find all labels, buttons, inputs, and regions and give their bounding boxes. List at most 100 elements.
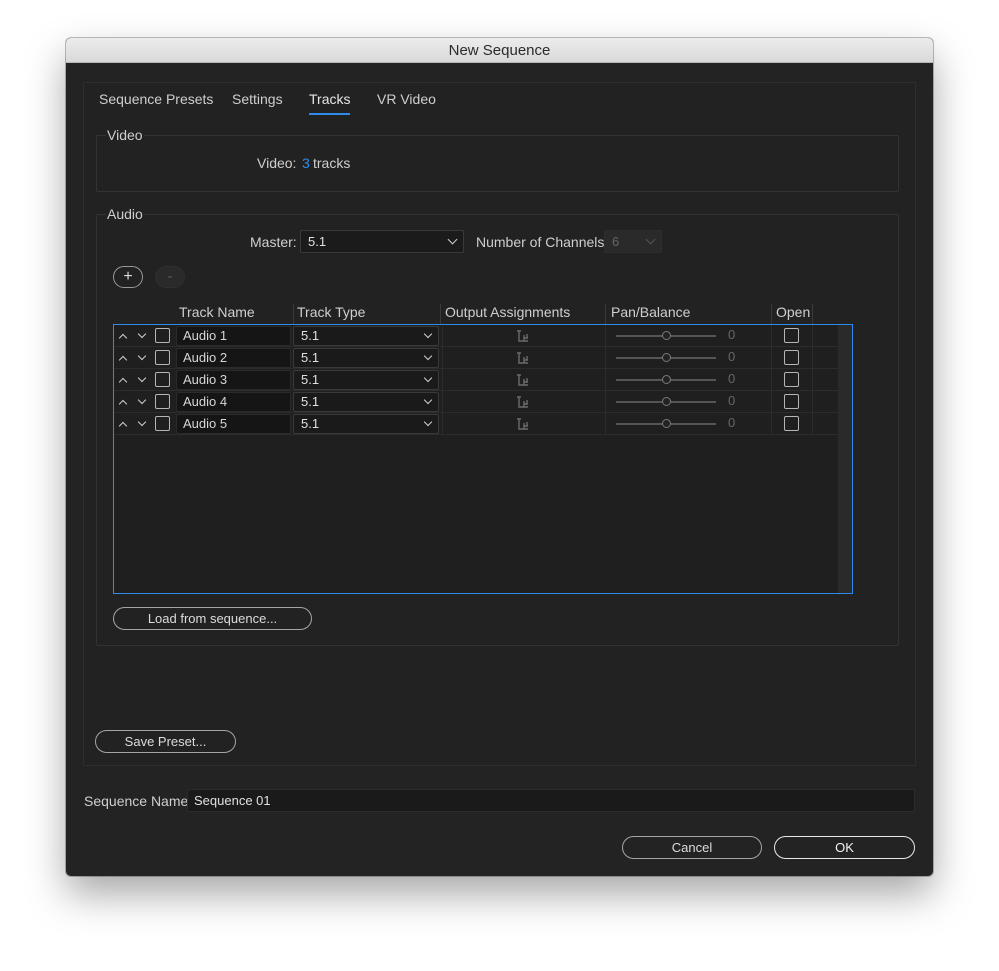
col-track-name: Track Name (179, 304, 255, 320)
output-assignment-icon[interactable] (515, 350, 531, 366)
cell-divider (771, 413, 772, 434)
track-type-value: 5.1 (301, 350, 320, 365)
col-track-type: Track Type (297, 304, 366, 320)
pan-value: 0 (728, 371, 736, 386)
cell-divider (605, 347, 606, 368)
table-scrollbar[interactable] (838, 325, 852, 593)
chevron-down-icon[interactable] (137, 417, 147, 427)
cell-divider (771, 325, 772, 346)
open-checkbox[interactable] (784, 416, 799, 431)
track-type-dropdown[interactable]: 5.1 (293, 414, 439, 434)
column-divider (293, 304, 294, 324)
chevron-down-icon[interactable] (137, 351, 147, 361)
pan-slider-knob[interactable] (661, 419, 671, 428)
video-track-count[interactable]: 3 (302, 155, 310, 171)
tab-settings[interactable]: Settings (232, 91, 283, 111)
pan-slider-knob[interactable] (661, 331, 671, 340)
track-type-value: 5.1 (301, 416, 320, 431)
chevron-up-icon[interactable] (118, 377, 128, 387)
track-select-checkbox[interactable] (155, 416, 170, 431)
window-title: New Sequence (66, 38, 933, 63)
open-checkbox[interactable] (784, 372, 799, 387)
channels-value: 6 (612, 234, 620, 249)
video-group-label: Video (106, 127, 144, 143)
track-select-checkbox[interactable] (155, 350, 170, 365)
table-row: Audio 4 5.1 0 (114, 391, 838, 413)
track-select-checkbox[interactable] (155, 394, 170, 409)
table-row: Audio 2 5.1 0 (114, 347, 838, 369)
master-dropdown[interactable]: 5.1 (300, 230, 464, 253)
cell-divider (442, 391, 443, 412)
save-preset-button[interactable]: Save Preset... (95, 730, 236, 753)
pan-slider-knob[interactable] (661, 353, 671, 362)
master-label: Master: (250, 234, 297, 250)
cell-divider (442, 413, 443, 434)
chevron-down-icon (423, 395, 433, 405)
pan-slider-knob[interactable] (661, 375, 671, 384)
table-row: Audio 3 5.1 0 (114, 369, 838, 391)
video-track-unit: tracks (313, 155, 351, 171)
video-group (96, 135, 899, 192)
master-value: 5.1 (308, 234, 327, 249)
chevron-down-icon[interactable] (137, 395, 147, 405)
chevron-down-icon[interactable] (137, 373, 147, 383)
track-name-input[interactable]: Audio 3 (176, 370, 291, 390)
chevron-down-icon[interactable] (137, 329, 147, 339)
cell-divider (812, 347, 813, 368)
output-assignment-icon[interactable] (515, 394, 531, 410)
track-name-input[interactable]: Audio 4 (176, 392, 291, 412)
cell-divider (605, 391, 606, 412)
col-output-assignments: Output Assignments (445, 304, 571, 320)
chevron-down-icon (423, 351, 433, 361)
channels-dropdown: 6 (604, 230, 662, 253)
track-name-input[interactable]: Audio 5 (176, 414, 291, 434)
ok-button[interactable]: OK (774, 836, 915, 859)
chevron-down-icon (423, 329, 433, 339)
cell-divider (812, 413, 813, 434)
column-divider (440, 304, 441, 324)
pan-value: 0 (728, 327, 736, 342)
cell-divider (442, 369, 443, 390)
chevron-up-icon[interactable] (118, 399, 128, 409)
track-name-input[interactable]: Audio 1 (176, 326, 291, 346)
open-checkbox[interactable] (784, 328, 799, 343)
track-type-dropdown[interactable]: 5.1 (293, 392, 439, 412)
open-checkbox[interactable] (784, 394, 799, 409)
track-select-checkbox[interactable] (155, 372, 170, 387)
chevron-down-icon (447, 234, 458, 245)
new-sequence-dialog: New Sequence Sequence Presets Settings T… (66, 38, 933, 876)
output-assignment-icon[interactable] (515, 372, 531, 388)
tab-sequence-presets[interactable]: Sequence Presets (99, 91, 213, 111)
track-type-dropdown[interactable]: 5.1 (293, 326, 439, 346)
cell-divider (605, 325, 606, 346)
open-checkbox[interactable] (784, 350, 799, 365)
audio-group-label: Audio (106, 206, 144, 222)
chevron-up-icon[interactable] (118, 355, 128, 365)
load-from-sequence-button[interactable]: Load from sequence... (113, 607, 312, 630)
output-assignment-icon[interactable] (515, 328, 531, 344)
cell-divider (442, 325, 443, 346)
audio-tracks-table[interactable]: Audio 1 5.1 0 Audio 2 5.1 0 Audio 3 5.1 … (113, 324, 853, 594)
track-type-dropdown[interactable]: 5.1 (293, 348, 439, 368)
chevron-down-icon (423, 417, 433, 427)
sequence-name-input[interactable]: Sequence 01 (187, 789, 915, 812)
cell-divider (812, 369, 813, 390)
output-assignment-icon[interactable] (515, 416, 531, 432)
tab-vr-video[interactable]: VR Video (377, 91, 436, 111)
track-type-value: 5.1 (301, 394, 320, 409)
pan-value: 0 (728, 393, 736, 408)
column-divider (771, 304, 772, 324)
chevron-up-icon[interactable] (118, 421, 128, 431)
video-tracks-label: Video: (257, 155, 297, 171)
cancel-button[interactable]: Cancel (622, 836, 762, 859)
track-type-dropdown[interactable]: 5.1 (293, 370, 439, 390)
chevron-up-icon[interactable] (118, 333, 128, 343)
col-open: Open (776, 304, 811, 320)
chevron-down-icon (645, 234, 656, 245)
track-select-checkbox[interactable] (155, 328, 170, 343)
tab-tracks[interactable]: Tracks (309, 91, 351, 115)
table-row: Audio 5 5.1 0 (114, 413, 838, 435)
pan-slider-knob[interactable] (661, 397, 671, 406)
track-name-input[interactable]: Audio 2 (176, 348, 291, 368)
add-track-button[interactable]: + (113, 266, 143, 288)
